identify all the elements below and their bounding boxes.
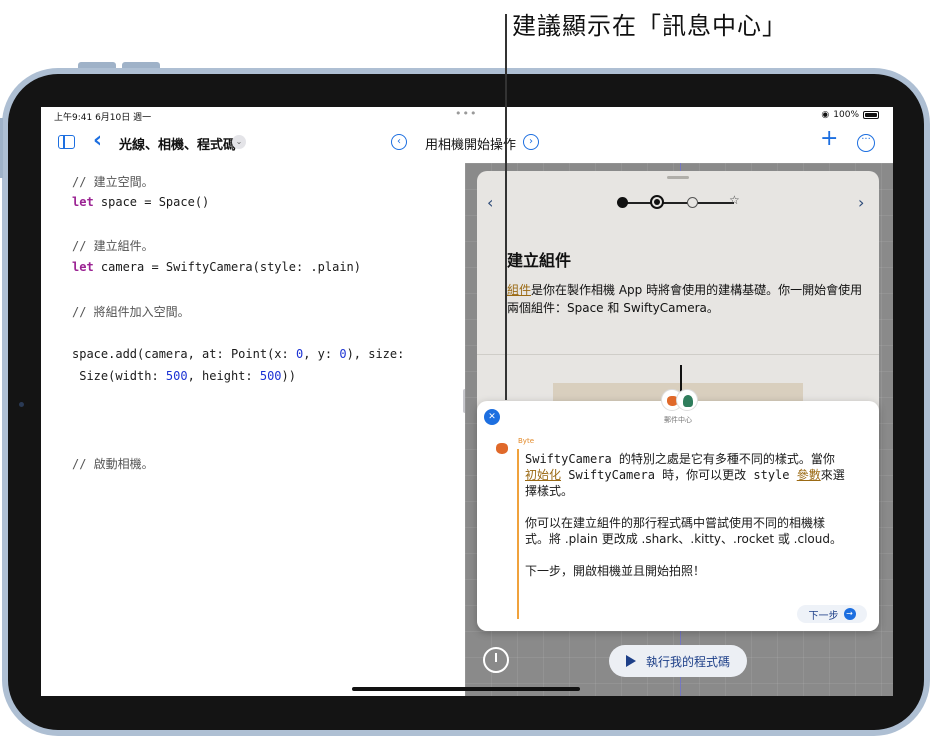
chevron-down-icon[interactable]: ⌄ <box>232 135 246 149</box>
guide-divider <box>477 354 879 355</box>
glossary-link[interactable]: 初始化 <box>525 468 561 482</box>
sender-avatar-icon <box>493 439 511 457</box>
callout-label: 建議顯示在「訊息中心」 <box>512 12 787 40</box>
navigation-bar: ‹ 光線、相機、程式碼 ⌄ ‹ 用相機開始操作 › + ··· <box>41 125 893 161</box>
run-bar: 執行我的程式碼 <box>465 633 893 693</box>
run-code-button[interactable]: 執行我的程式碼 <box>609 645 747 677</box>
message-text-segment: SwiftyCamera 時，你可以更改 style <box>561 468 797 482</box>
next-step-button[interactable]: 下一步 → <box>797 605 867 623</box>
front-camera <box>19 402 24 407</box>
expert-avatar-icon <box>676 389 698 411</box>
code-line[interactable]: space.add(camera, at: Point(x: 0, y: 0),… <box>72 347 404 361</box>
battery-icon <box>863 111 879 119</box>
code-text: , y: <box>303 347 340 361</box>
run-code-label: 執行我的程式碼 <box>645 654 730 669</box>
guide-next-icon[interactable]: › <box>858 193 864 212</box>
add-icon[interactable]: + <box>820 128 838 150</box>
back-chevron-icon[interactable]: ‹ <box>93 130 102 152</box>
code-text: , height: <box>187 369 260 383</box>
progress-step-done[interactable] <box>617 197 628 208</box>
code-comment[interactable]: // 建立空間。 <box>72 173 154 190</box>
progress-step-current[interactable] <box>650 195 664 209</box>
code-comment[interactable]: // 將組件加入空間。 <box>72 303 190 320</box>
play-icon <box>625 655 636 667</box>
status-time: 上午9:41 6月10日 週一 <box>54 113 152 123</box>
wifi-icon: ◉ <box>821 110 830 120</box>
message-paragraph: 下一步，開啟相機並且開始拍照！ <box>525 564 706 578</box>
glossary-link[interactable]: 組件 <box>507 283 531 297</box>
speedometer-icon[interactable] <box>483 647 509 673</box>
ipad-screen: 上午9:41 6月10日 週一 ••• ◉ 100% ‹ 光線、相機、程式碼 ⌄… <box>41 107 893 696</box>
number-literal: 500 <box>165 369 188 383</box>
code-text: camera = SwiftyCamera(style: .plain) <box>93 260 361 274</box>
message-avatars <box>661 389 701 415</box>
progress-step-upcoming[interactable] <box>687 197 698 208</box>
guide-progress-track <box>622 202 734 204</box>
guide-body: 組件是你在製作相機 App 時將會使用的建構基礎。你一開始會使用兩個組件：Spa… <box>507 281 867 317</box>
message-center-panel: ✕ 郵件中心 Byte SwiftyCamera 的特別之處是它有多種不同的樣式… <box>477 389 879 631</box>
code-text: Size(width: <box>72 369 166 383</box>
message-paragraph: 你可以在建立組件的那行程式碼中嘗試使用不同的相機樣式。將 .plain 更改成 … <box>525 516 842 546</box>
code-comment[interactable]: // 建立組件。 <box>72 237 154 254</box>
sidebar-toggle-icon[interactable] <box>58 135 75 149</box>
guide-body-text: 是你在製作相機 App 時將會使用的建構基礎。你一開始會使用兩個組件：Space… <box>507 283 863 315</box>
keyword: let <box>72 195 94 209</box>
glossary-link[interactable]: 參數 <box>797 468 821 482</box>
code-line[interactable]: Size(width: 500, height: 500)) <box>72 369 296 383</box>
sender-name: Byte <box>518 437 534 445</box>
code-comment[interactable]: // 啟動相機。 <box>72 455 154 472</box>
code-line[interactable]: let space = Space() <box>72 195 209 209</box>
code-text: ), size: <box>346 347 405 361</box>
multitasking-dots-icon[interactable]: ••• <box>455 107 477 120</box>
status-bar: 上午9:41 6月10日 週一 ••• ◉ 100% <box>41 107 893 123</box>
guide-prev-icon[interactable]: ‹ <box>487 193 493 212</box>
battery-percent: 100% <box>833 110 859 120</box>
page-title: 用相機開始操作 <box>425 138 517 153</box>
message-center-label: 郵件中心 <box>664 416 692 424</box>
message-text: SwiftyCamera 的特別之處是它有多種不同的樣式。當你初始化 Swift… <box>525 451 845 595</box>
code-text: space = Space() <box>93 195 210 209</box>
home-indicator[interactable] <box>352 687 580 691</box>
callout-leader-line <box>505 14 507 400</box>
more-icon[interactable]: ··· <box>857 134 875 152</box>
next-page-icon[interactable]: › <box>523 134 539 150</box>
next-step-label: 下一步 <box>808 610 839 622</box>
status-right: ◉ 100% <box>821 110 879 120</box>
number-literal: 500 <box>259 369 282 383</box>
arrow-right-icon: → <box>843 608 856 620</box>
message-rule <box>517 449 519 619</box>
number-literal: 0 <box>339 347 347 361</box>
power-hardware-button <box>0 118 3 178</box>
keyword: let <box>72 260 94 274</box>
card-grabber[interactable] <box>667 176 689 179</box>
code-editor[interactable]: // 建立空間。 let space = Space() // 建立組件。 le… <box>41 163 465 696</box>
message-text-segment: SwiftyCamera 的特別之處是它有多種不同的樣式。當你 <box>525 452 835 466</box>
star-icon[interactable]: ☆ <box>729 193 740 207</box>
code-line[interactable]: let camera = SwiftyCamera(style: .plain) <box>72 260 361 274</box>
message-paragraph: SwiftyCamera 的特別之處是它有多種不同的樣式。當你初始化 Swift… <box>525 451 845 499</box>
guide-heading: 建立組件 <box>507 251 572 270</box>
book-title[interactable]: 光線、相機、程式碼 <box>119 134 236 153</box>
code-text: )) <box>281 369 296 383</box>
previous-page-icon[interactable]: ‹ <box>391 134 407 150</box>
code-text: space.add(camera, at: Point(x: <box>72 347 296 361</box>
